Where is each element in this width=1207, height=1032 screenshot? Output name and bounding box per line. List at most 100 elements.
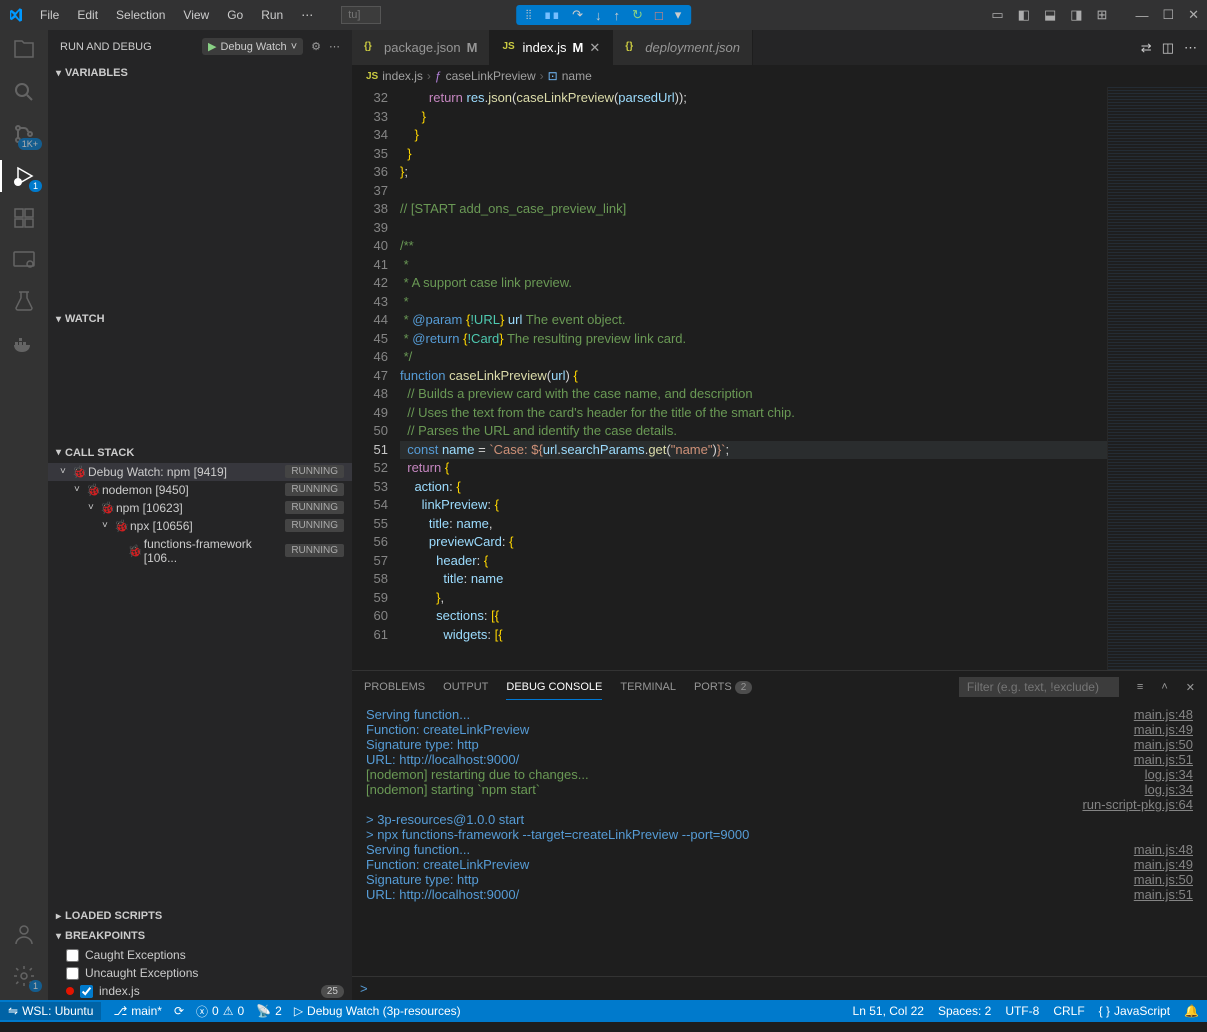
explorer-icon[interactable] [12,38,36,62]
remote-explorer-icon[interactable] [12,248,36,272]
loaded-scripts-section-header[interactable]: LOADED SCRIPTS [48,906,352,926]
debug-console-output[interactable]: Serving function...main.js:48Function: c… [352,703,1207,976]
variables-section-header[interactable]: VARIABLES [48,63,352,83]
console-source-link[interactable]: main.js:48 [1134,842,1193,857]
debug-restart-icon[interactable]: ↻ [632,7,643,23]
panel-tab-problems[interactable]: PROBLEMS [364,675,425,699]
breadcrumb-file[interactable]: index.js [382,69,423,83]
minimap[interactable] [1107,87,1207,670]
panel-tab-debug-console[interactable]: DEBUG CONSOLE [506,675,602,700]
callstack-item[interactable]: ˅🐞npx [10656]RUNNING [48,517,352,535]
compare-icon[interactable]: ⇄ [1141,40,1152,56]
split-editor-icon[interactable]: ◫ [1162,40,1174,56]
breadcrumb[interactable]: JS index.js › ƒ caseLinkPreview › ⊡ name [352,65,1207,87]
breadcrumb-func[interactable]: caseLinkPreview [446,69,536,83]
debug-dropdown-icon[interactable]: ▾ [675,7,682,23]
panel-tab-output[interactable]: OUTPUT [443,675,488,699]
watch-section-header[interactable]: WATCH [48,309,352,329]
debug-step-over-icon[interactable]: ↷ [572,7,583,23]
debug-step-into-icon[interactable]: ↓ [595,8,602,23]
ports-indicator[interactable]: 📡 2 [256,1004,282,1018]
minimize-icon[interactable]: — [1135,8,1148,23]
tab-index.js[interactable]: JSindex.jsM✕ [490,30,613,65]
command-center-input[interactable] [341,6,381,24]
debug-status[interactable]: ▷ Debug Watch (3p-resources) [294,1004,461,1018]
menu-view[interactable]: View [175,4,217,26]
panel-tab-terminal[interactable]: TERMINAL [620,675,676,699]
breakpoint-uncaught[interactable]: Uncaught Exceptions [48,964,352,982]
layout-sidebar-left-icon[interactable]: ◧ [1018,7,1030,23]
chevron-down-icon[interactable]: ˅ [88,502,100,513]
file-bp-checkbox[interactable] [80,985,93,998]
console-source-link[interactable]: log.js:34 [1145,782,1193,797]
chevron-down-icon[interactable]: ˅ [74,484,86,495]
cursor-position[interactable]: Ln 51, Col 22 [853,1004,924,1018]
console-source-link[interactable]: main.js:49 [1134,857,1193,872]
sync-icon[interactable]: ⟳ [174,1004,184,1018]
notifications-icon[interactable]: 🔔 [1184,1004,1199,1018]
callstack-item[interactable]: ˅🐞Debug Watch: npm [9419]RUNNING [48,463,352,481]
console-source-link[interactable]: main.js:49 [1134,722,1193,737]
menu-run[interactable]: Run [253,4,291,26]
console-source-link[interactable]: run-script-pkg.js:64 [1082,797,1193,812]
eol[interactable]: CRLF [1053,1004,1084,1018]
remote-indicator[interactable]: ⇋ WSL: Ubuntu [0,1002,101,1020]
console-source-link[interactable]: main.js:51 [1134,887,1193,902]
tab-package.json[interactable]: {}package.jsonM [352,30,490,65]
console-source-link[interactable]: main.js:50 [1134,737,1193,752]
uncaught-checkbox[interactable] [66,967,79,980]
filter-input[interactable] [959,677,1119,697]
breadcrumb-var[interactable]: name [562,69,592,83]
close-panel-icon[interactable]: ✕ [1186,681,1195,694]
problems-indicator[interactable]: ⓧ 0 ⚠ 0 [196,1003,244,1020]
line-gutter[interactable]: 3233343536373839404142434445464748495051… [352,87,400,670]
customize-layout-icon[interactable]: ⊞ [1097,7,1108,23]
language-mode[interactable]: { } JavaScript [1099,1004,1170,1018]
run-debug-icon[interactable]: 1 [12,164,36,188]
callstack-item[interactable]: 🐞functions-framework [106...RUNNING [48,535,352,567]
breakpoint-caught[interactable]: Caught Exceptions [48,946,352,964]
gear-icon[interactable]: ⚙ [311,40,321,53]
debug-pause-icon[interactable]: ∎∎ [544,7,561,23]
debug-drag-icon[interactable]: ⦙⦙ [526,7,532,23]
callstack-section-header[interactable]: CALL STACK [48,443,352,463]
debug-step-out-icon[interactable]: ↑ [613,8,620,23]
start-debug-button[interactable]: ▶ Debug Watch ˅ [202,38,303,55]
menu-⋯[interactable]: ⋯ [293,4,321,26]
settings-gear-icon[interactable]: 1 [12,964,36,988]
code-content[interactable]: return res.json(caseLinkPreview(parsedUr… [400,87,1107,670]
breakpoint-file[interactable]: index.js25 [48,982,352,1000]
close-tab-icon[interactable]: ✕ [589,40,600,56]
menu-file[interactable]: File [32,4,67,26]
chevron-up-icon[interactable]: ˄ [1161,681,1167,693]
extensions-icon[interactable] [12,206,36,230]
docker-icon[interactable] [12,332,36,356]
callstack-item[interactable]: ˅🐞npm [10623]RUNNING [48,499,352,517]
chevron-down-icon[interactable]: ˅ [102,520,114,531]
more-icon[interactable]: ⋯ [329,40,340,53]
caught-checkbox[interactable] [66,949,79,962]
callstack-item[interactable]: ˅🐞nodemon [9450]RUNNING [48,481,352,499]
tab-deployment.json[interactable]: {}deployment.json [613,30,753,65]
indentation[interactable]: Spaces: 2 [938,1004,991,1018]
console-source-link[interactable]: main.js:50 [1134,872,1193,887]
layout-sidebar-right-icon[interactable]: ◨ [1070,7,1082,23]
source-control-icon[interactable]: 1K+ [12,122,36,146]
breakpoints-section-header[interactable]: BREAKPOINTS [48,926,352,946]
debug-console-input[interactable] [352,976,1207,1000]
search-icon[interactable] [12,80,36,104]
menu-selection[interactable]: Selection [108,4,173,26]
layout-panel-icon[interactable]: ▭ [991,7,1003,23]
console-source-link[interactable]: main.js:48 [1134,707,1193,722]
console-source-link[interactable]: log.js:34 [1145,767,1193,782]
debug-stop-icon[interactable]: □ [655,8,663,23]
menu-edit[interactable]: Edit [69,4,106,26]
maximize-icon[interactable]: ☐ [1162,7,1174,23]
encoding[interactable]: UTF-8 [1005,1004,1039,1018]
close-icon[interactable]: ✕ [1188,7,1199,23]
code-editor[interactable]: 3233343536373839404142434445464748495051… [352,87,1207,670]
settings-icon[interactable]: ≡ [1137,681,1143,693]
more-actions-icon[interactable]: ⋯ [1184,40,1197,56]
console-source-link[interactable]: main.js:51 [1134,752,1193,767]
git-branch[interactable]: ⎇ main* [113,1004,162,1018]
